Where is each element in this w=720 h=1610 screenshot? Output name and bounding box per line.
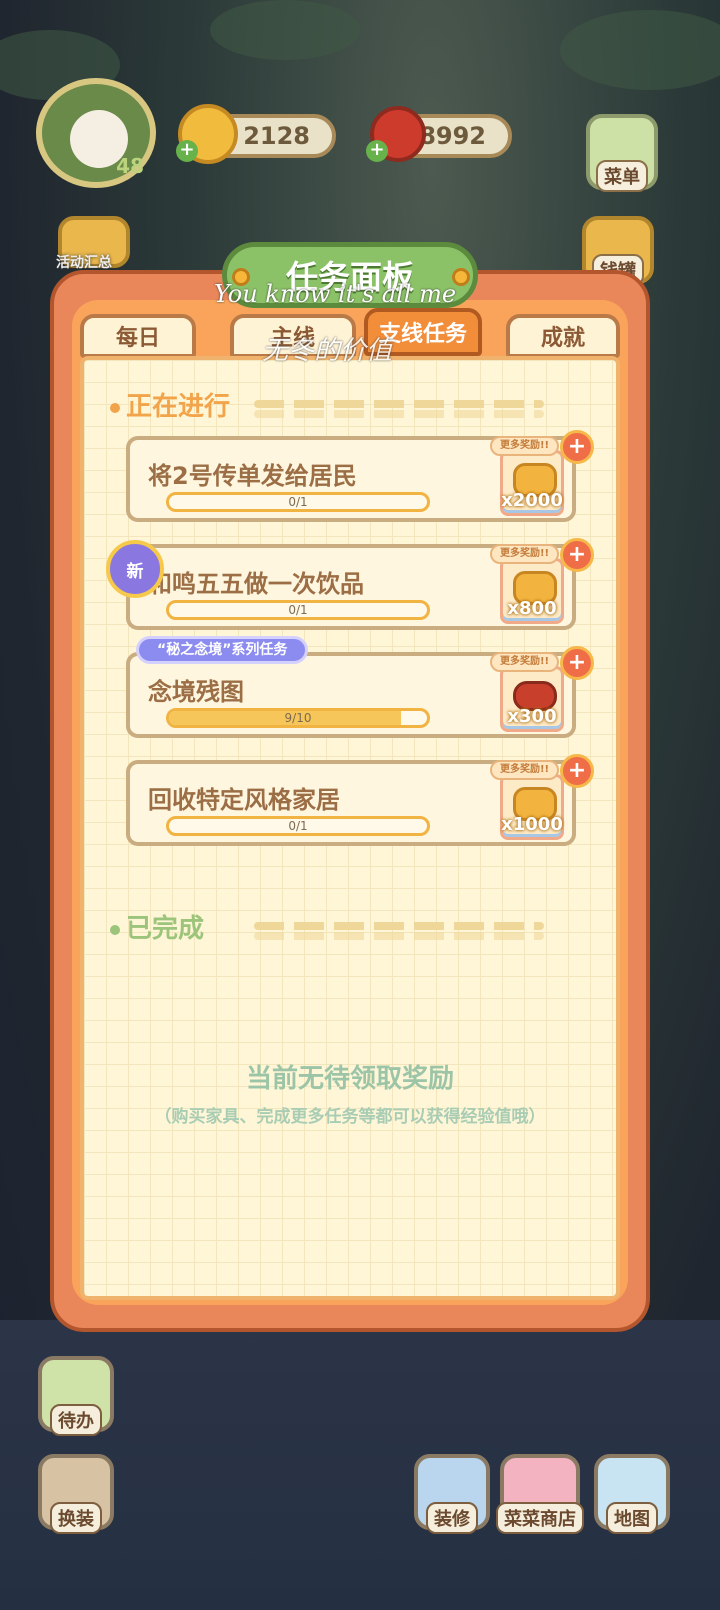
shop-button[interactable]: 菜菜商店 [496, 1454, 584, 1534]
section-divider [254, 932, 544, 940]
more-rewards-label: 更多奖励!! [490, 544, 560, 564]
tree-foliage [210, 0, 360, 60]
menu-button[interactable]: 菜单 [586, 114, 658, 192]
activity-summary-label: 活动汇总 [56, 255, 112, 271]
more-rewards-plus-icon[interactable]: + [560, 754, 594, 788]
todo-label: 待办 [50, 1404, 102, 1436]
section-divider [254, 400, 544, 408]
task-item[interactable]: 将2号传单发给居民 0/1 x2000 更多奖励!! + [126, 430, 594, 522]
tab-daily[interactable]: 每日 [80, 314, 196, 358]
task-progress-bar: 9/10 [166, 708, 430, 728]
map-label: 地图 [606, 1502, 658, 1534]
series-task-tag: “秘之念境”系列任务 [136, 636, 309, 664]
add-berries-icon[interactable]: + [366, 140, 388, 162]
task-progress-text: 0/1 [288, 819, 308, 833]
coin-amount: 2128 [243, 122, 310, 150]
section-completed: 已完成 [110, 908, 204, 945]
task-progress-text: 0/1 [288, 495, 308, 509]
section-divider [254, 922, 544, 930]
berry-amount: 8992 [419, 122, 486, 150]
dress-up-label: 换装 [50, 1502, 102, 1534]
shop-label: 菜菜商店 [496, 1502, 584, 1534]
task-item[interactable]: 念境残图 9/10 x300 更多奖励!! + [126, 646, 594, 738]
task-progress-bar: 0/1 [166, 816, 430, 836]
task-progress-bar: 0/1 [166, 492, 430, 512]
more-rewards-label: 更多奖励!! [490, 652, 560, 672]
reward-amount: x300 [507, 706, 557, 727]
task-reward[interactable]: x1000 [500, 774, 564, 840]
section-in-progress: 正在进行 [110, 386, 230, 423]
reward-amount: x1000 [501, 814, 563, 835]
task-name: 将2号传单发给居民 [148, 462, 357, 490]
task-progress-text: 0/1 [288, 603, 308, 617]
coin-counter[interactable]: + 2128 [176, 104, 336, 164]
tab-label: 成就 [540, 326, 585, 351]
reward-amount: x2000 [501, 490, 563, 511]
more-rewards-plus-icon[interactable]: + [560, 430, 594, 464]
reward-amount: x800 [507, 598, 557, 619]
task-name: 回收特定风格家居 [148, 786, 340, 814]
watermark-english: You know it's all me [214, 280, 457, 308]
task-reward[interactable]: x2000 [500, 450, 564, 516]
more-rewards-label: 更多奖励!! [490, 436, 560, 456]
decorate-button[interactable]: 装修 [414, 1454, 490, 1534]
more-rewards-label: 更多奖励!! [490, 760, 560, 780]
new-badge: 新 [106, 540, 164, 598]
section-completed-label: 已完成 [126, 914, 205, 944]
more-rewards-plus-icon[interactable]: + [560, 538, 594, 572]
player-level: 48 [116, 154, 144, 178]
task-reward[interactable]: x800 [500, 558, 564, 624]
empty-rewards-title: 当前无待领取奖励 [245, 1064, 454, 1094]
menu-label: 菜单 [596, 160, 648, 192]
decorate-label: 装修 [426, 1502, 478, 1534]
task-progress-bar: 0/1 [166, 600, 430, 620]
empty-rewards-subtitle: （购买家具、完成更多任务等都可以获得经验值哦） [154, 1107, 546, 1127]
berry-counter[interactable]: + 8992 [366, 106, 512, 162]
player-avatar[interactable]: 48 [36, 78, 156, 188]
task-item[interactable]: 回收特定风格家居 0/1 x1000 更多奖励!! + [126, 754, 594, 846]
watermark-chinese: 无冬的价值 [262, 336, 393, 366]
todo-button[interactable]: 待办 [38, 1356, 114, 1436]
dress-up-button[interactable]: 换装 [38, 1454, 114, 1534]
task-name: 念境残图 [148, 678, 244, 706]
bullet-icon [110, 924, 120, 935]
map-button[interactable]: 地图 [594, 1454, 670, 1534]
section-divider [254, 410, 544, 418]
tab-label: 支线任务 [378, 322, 467, 347]
tab-label: 每日 [115, 326, 160, 351]
more-rewards-plus-icon[interactable]: + [560, 646, 594, 680]
tab-achievements[interactable]: 成就 [506, 314, 620, 358]
section-in-progress-label: 正在进行 [126, 392, 231, 422]
add-coins-icon[interactable]: + [176, 140, 198, 162]
task-name: 和鸣五五做一次饮品 [148, 570, 364, 598]
task-item[interactable]: 和鸣五五做一次饮品 0/1 x800 更多奖励!! + [126, 538, 594, 630]
bullet-icon [110, 402, 120, 413]
task-progress-text: 9/10 [284, 711, 312, 725]
task-reward[interactable]: x300 [500, 666, 564, 732]
